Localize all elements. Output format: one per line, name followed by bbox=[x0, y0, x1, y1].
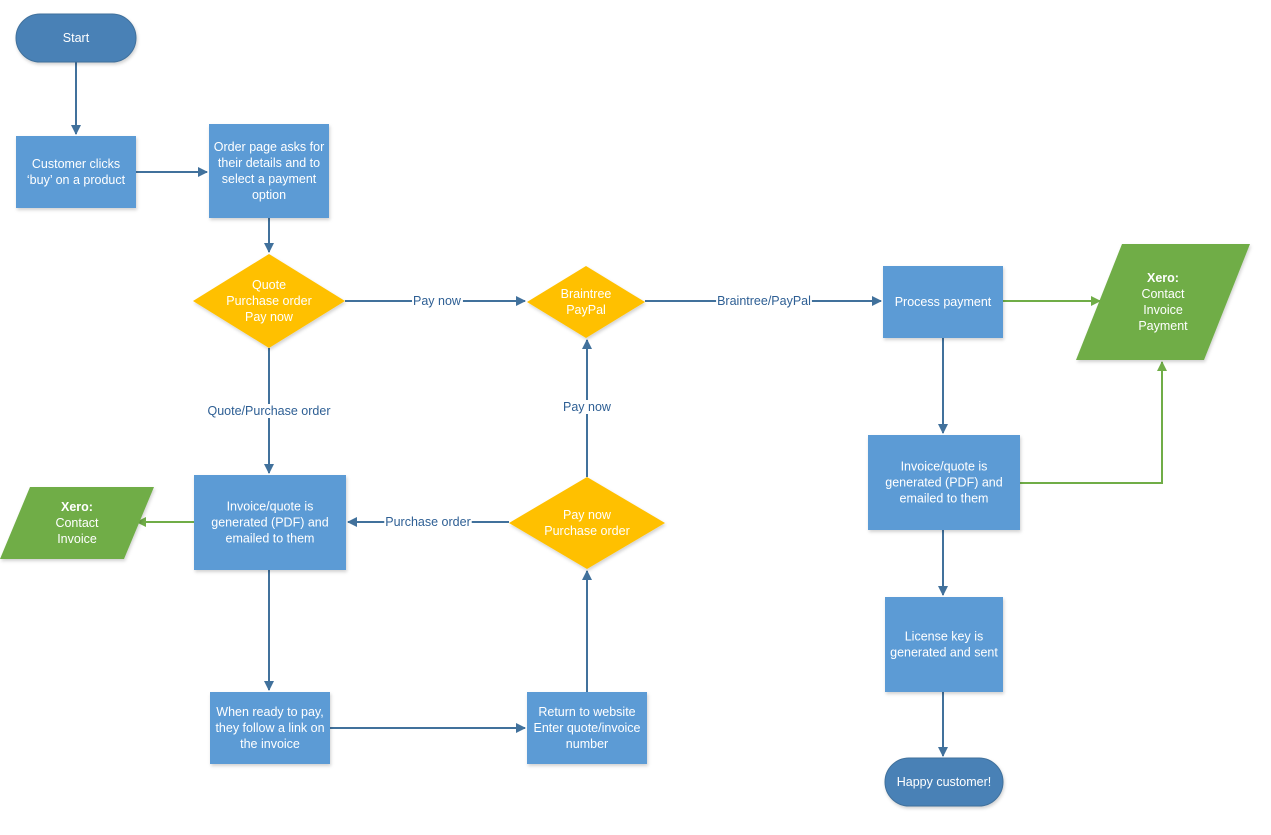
edge-label-text: Pay now bbox=[413, 294, 462, 308]
node-text-line: generated (PDF) and bbox=[885, 476, 1002, 490]
node-text-line: Order page asks for bbox=[214, 140, 324, 154]
node-text-line: Invoice bbox=[1143, 303, 1183, 317]
node-xero-right: Xero: Contact Invoice Payment bbox=[1076, 244, 1250, 360]
node-text-line: Payment bbox=[1138, 319, 1188, 333]
decision-diamond bbox=[509, 477, 665, 569]
edge-invoice-right-to-xero-right bbox=[1020, 361, 1167, 484]
node-text-line: Braintree bbox=[561, 287, 612, 301]
edge-label-text: Braintree/PayPal bbox=[717, 294, 811, 308]
edge-label: Pay now bbox=[412, 294, 463, 308]
node-text-line: Happy customer! bbox=[897, 775, 991, 789]
node-text-line: Enter quote/invoice bbox=[533, 721, 640, 735]
node-text-line: ‘buy’ on a product bbox=[27, 173, 126, 187]
node-decision-payment: Quote Purchase order Pay now bbox=[193, 254, 345, 348]
process-box bbox=[209, 124, 329, 218]
node-text-line: PayPal bbox=[566, 303, 606, 317]
node-invoice-left: Invoice/quote is generated (PDF) and email… bbox=[194, 475, 346, 570]
node-text-line: When ready to pay, bbox=[216, 705, 323, 719]
node-start: Start bbox=[15, 13, 137, 63]
node-text-line: Start bbox=[63, 31, 90, 45]
node-text-line: Pay now bbox=[563, 508, 612, 522]
node-text-line: Contact bbox=[1141, 287, 1185, 301]
node-text-line: License key is bbox=[905, 630, 984, 644]
node-text-line: Contact bbox=[55, 516, 99, 530]
node-return-website: Return to website Enter quote/invoice numb… bbox=[527, 692, 647, 764]
flowchart-canvas: Start Customer clicks ‘buy’ on a product Or… bbox=[0, 13, 1250, 807]
edge-label-text: Purchase order bbox=[385, 515, 470, 529]
node-text-line: Purchase order bbox=[544, 524, 629, 538]
node-text-line: Xero: bbox=[61, 500, 93, 514]
node-text-line: Customer clicks bbox=[32, 157, 120, 171]
node-text-line: Invoice/quote is bbox=[227, 500, 314, 514]
node-customer-clicks: Customer clicks ‘buy’ on a product bbox=[16, 136, 136, 208]
nodes-layer: Start Customer clicks ‘buy’ on a product Or… bbox=[0, 13, 1250, 807]
node-text-line: Purchase order bbox=[226, 294, 311, 308]
node-text-line: they follow a link on bbox=[215, 721, 324, 735]
node-text-line: Invoice/quote is bbox=[901, 460, 988, 474]
node-order-page: Order page asks for their details and to s… bbox=[209, 124, 329, 218]
node-text-line: Invoice bbox=[57, 532, 97, 546]
node-text-line: emailed to them bbox=[900, 492, 989, 506]
edge-label: Braintree/PayPal bbox=[716, 294, 812, 308]
node-text-line: generated (PDF) and bbox=[211, 516, 328, 530]
edge-label-text: Pay now bbox=[563, 400, 612, 414]
node-text-line: the invoice bbox=[240, 737, 300, 751]
node-decision-return: Pay now Purchase order bbox=[509, 477, 665, 569]
node-invoice-right: Invoice/quote is generated (PDF) and email… bbox=[868, 435, 1020, 530]
node-text-line: Process payment bbox=[895, 295, 992, 309]
process-box bbox=[885, 597, 1003, 692]
node-text-line: number bbox=[566, 737, 608, 751]
node-license-key: License key is generated and sent bbox=[885, 597, 1003, 692]
node-process-payment: Process payment bbox=[883, 266, 1003, 338]
node-text-line: their details and to bbox=[218, 156, 320, 170]
node-happy-customer: Happy customer! bbox=[884, 757, 1004, 807]
decision-diamond bbox=[527, 266, 645, 338]
data-parallelogram bbox=[1076, 244, 1250, 360]
node-text-line: Xero: bbox=[1147, 271, 1179, 285]
node-text-line: select a payment bbox=[222, 172, 317, 186]
node-text-line: Quote bbox=[252, 278, 286, 292]
node-text-line: generated and sent bbox=[890, 646, 998, 660]
node-text-line: Pay now bbox=[245, 310, 294, 324]
node-text-line: Return to website bbox=[538, 705, 635, 719]
node-ready-to-pay: When ready to pay, they follow a link on t… bbox=[210, 692, 330, 764]
node-xero-left: Xero: Contact Invoice bbox=[0, 487, 154, 559]
edge-label: Purchase order bbox=[384, 515, 472, 529]
edge-label: Quote/Purchase order bbox=[206, 404, 332, 418]
edge-label-text: Quote/Purchase order bbox=[208, 404, 331, 418]
process-box bbox=[16, 136, 136, 208]
node-text-line: option bbox=[252, 188, 286, 202]
node-decision-gateway: Braintree PayPal bbox=[527, 266, 645, 338]
node-text-line: emailed to them bbox=[226, 532, 315, 546]
edge-label: Pay now bbox=[562, 400, 613, 414]
